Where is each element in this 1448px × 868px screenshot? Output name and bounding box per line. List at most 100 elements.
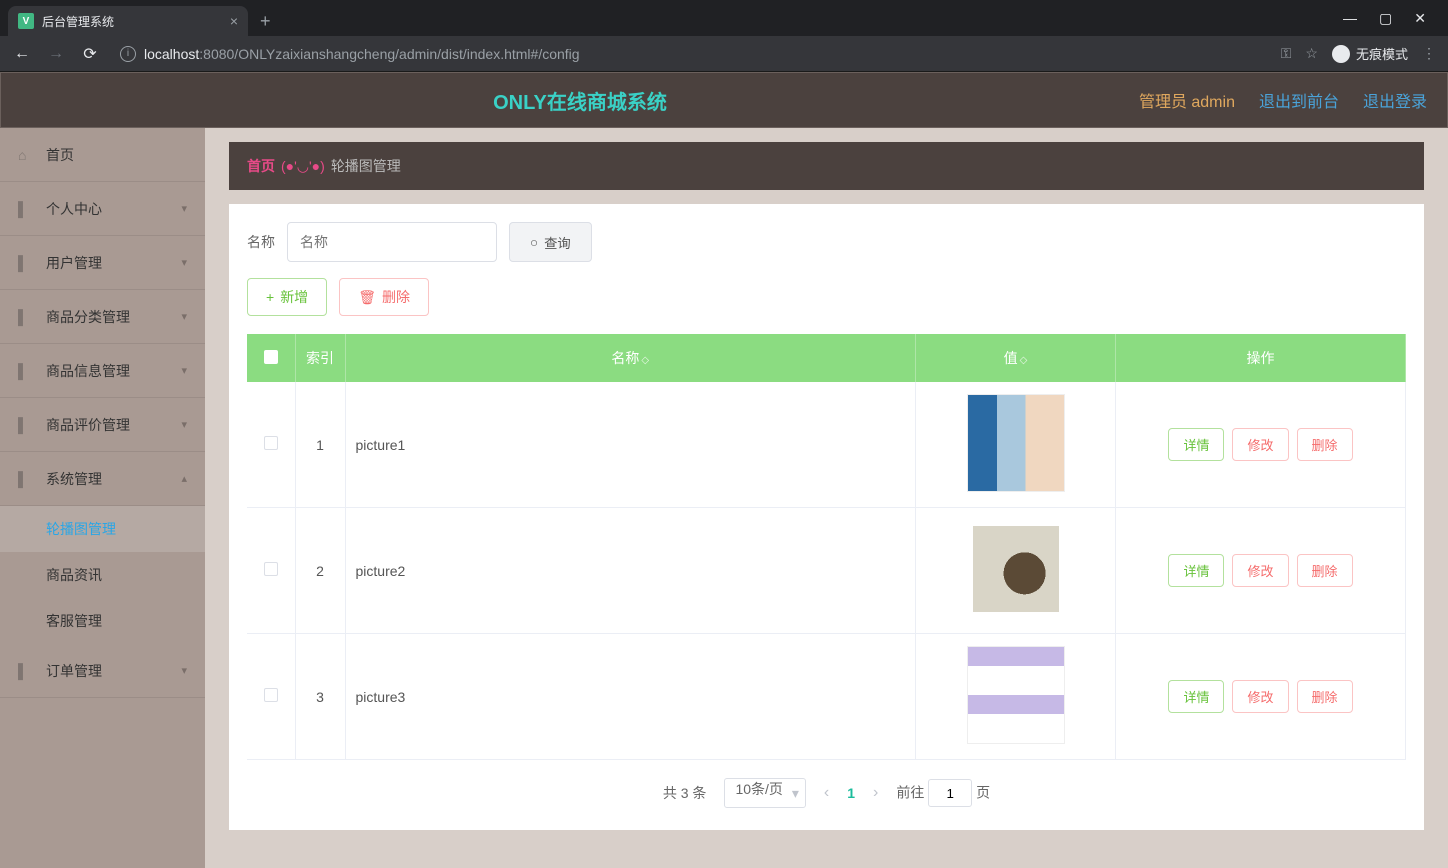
- tab-title: 后台管理系统: [42, 13, 114, 30]
- sidebar-sub-news[interactable]: 商品资讯: [0, 552, 205, 598]
- sidebar-sub-carousel[interactable]: 轮播图管理: [0, 506, 205, 552]
- browser-tabbar: V 后台管理系统 × + — ▢ ✕: [0, 0, 1448, 36]
- th-name[interactable]: 名称◇: [345, 334, 916, 382]
- browser-tab[interactable]: V 后台管理系统 ×: [8, 6, 248, 36]
- thumbnail-image[interactable]: [967, 520, 1065, 618]
- table-row: 2picture2详情修改删除: [247, 508, 1406, 634]
- chevron-down-icon: ▾: [181, 310, 187, 323]
- address-bar[interactable]: i localhost:8080/ONLYzaixianshangcheng/a…: [114, 46, 1267, 62]
- close-icon[interactable]: ×: [230, 13, 238, 29]
- sidebar-sub-label: 客服管理: [46, 611, 102, 631]
- search-button[interactable]: ○ 查询: [509, 222, 592, 262]
- sort-icon: ◇: [641, 355, 649, 366]
- search-label: 名称: [247, 232, 275, 252]
- cell-index: 1: [295, 382, 345, 508]
- cell-ops: 详情修改删除: [1116, 508, 1406, 634]
- back-icon[interactable]: ←: [12, 45, 32, 63]
- sidebar-sub-service[interactable]: 客服管理: [0, 598, 205, 644]
- delete-button[interactable]: 🗑 删除: [339, 278, 429, 316]
- th-index[interactable]: 索引: [295, 334, 345, 382]
- sidebar-item-profile[interactable]: ▌ 个人中心 ▾: [0, 182, 205, 236]
- goto-input[interactable]: [928, 779, 972, 807]
- sidebar-item-system[interactable]: ▌ 系统管理 ▴: [0, 452, 205, 506]
- thumbnail-image[interactable]: [967, 646, 1065, 744]
- incognito-icon: [1332, 45, 1350, 63]
- th-label: 值: [1004, 350, 1018, 366]
- next-page-button[interactable]: ›: [873, 784, 878, 802]
- minimize-icon[interactable]: —: [1343, 10, 1357, 26]
- table-row: 3picture3详情修改删除: [247, 634, 1406, 760]
- vue-favicon-icon: V: [18, 13, 34, 29]
- goto-suffix: 页: [976, 785, 990, 801]
- incognito-indicator[interactable]: 无痕模式: [1332, 44, 1408, 63]
- sidebar-item-users[interactable]: ▌ 用户管理 ▾: [0, 236, 205, 290]
- cell-value: [916, 382, 1116, 508]
- window-controls: — ▢ ✕: [1329, 0, 1440, 36]
- breadcrumb: 首页 (●'◡'●) 轮播图管理: [229, 142, 1424, 190]
- sidebar-sub-label: 轮播图管理: [46, 519, 116, 539]
- chevron-down-icon: ▾: [181, 256, 187, 269]
- th-value[interactable]: 值◇: [916, 334, 1116, 382]
- reload-icon[interactable]: ⟳: [80, 44, 100, 64]
- edit-button[interactable]: 修改: [1232, 428, 1288, 461]
- sidebar-item-product[interactable]: ▌ 商品信息管理 ▾: [0, 344, 205, 398]
- sidebar-item-label: 商品信息管理: [46, 361, 130, 381]
- page-number[interactable]: 1: [847, 785, 855, 801]
- detail-button[interactable]: 详情: [1168, 554, 1224, 587]
- table-row: 1picture1详情修改删除: [247, 382, 1406, 508]
- breadcrumb-decoration: (●'◡'●): [281, 158, 325, 175]
- row-delete-button[interactable]: 删除: [1297, 554, 1353, 587]
- home-icon: ⌂: [18, 147, 36, 163]
- to-front-link[interactable]: 退出到前台: [1259, 88, 1339, 112]
- detail-button[interactable]: 详情: [1168, 680, 1224, 713]
- goto-prefix: 前往: [896, 785, 924, 801]
- site-info-icon[interactable]: i: [120, 46, 136, 62]
- maximize-icon[interactable]: ▢: [1379, 10, 1392, 27]
- goto-page: 前往 页: [896, 779, 990, 807]
- menu-icon[interactable]: ⋮: [1422, 45, 1436, 62]
- row-checkbox[interactable]: [264, 562, 278, 576]
- user-icon: ▌: [18, 201, 36, 217]
- sidebar-item-review[interactable]: ▌ 商品评价管理 ▾: [0, 398, 205, 452]
- review-icon: ▌: [18, 417, 36, 433]
- search-input[interactable]: [287, 222, 497, 262]
- page-size-label: 10条/页: [735, 781, 782, 797]
- row-checkbox[interactable]: [264, 436, 278, 450]
- admin-label: 管理员 admin: [1139, 88, 1235, 112]
- cell-name: picture3: [345, 634, 916, 760]
- select-all-checkbox[interactable]: [264, 350, 278, 364]
- row-delete-button[interactable]: 删除: [1297, 428, 1353, 461]
- close-window-icon[interactable]: ✕: [1414, 10, 1426, 27]
- sort-icon: ◇: [1020, 355, 1028, 366]
- breadcrumb-current: 轮播图管理: [331, 156, 401, 176]
- key-icon[interactable]: ⚿: [1281, 45, 1292, 62]
- sidebar-item-label: 系统管理: [46, 469, 102, 489]
- logout-link[interactable]: 退出登录: [1363, 88, 1427, 112]
- breadcrumb-home[interactable]: 首页: [247, 156, 275, 176]
- search-row: 名称 ○ 查询: [247, 222, 1406, 262]
- sidebar-item-home[interactable]: ⌂ 首页: [0, 128, 205, 182]
- sidebar-item-label: 用户管理: [46, 253, 102, 273]
- main-panel: 名称 ○ 查询 + 新增 🗑 删除: [229, 204, 1424, 830]
- row-delete-button[interactable]: 删除: [1297, 680, 1353, 713]
- chevron-down-icon: ▾: [181, 418, 187, 431]
- detail-button[interactable]: 详情: [1168, 428, 1224, 461]
- row-checkbox[interactable]: [264, 688, 278, 702]
- prev-page-button[interactable]: ‹: [824, 784, 829, 802]
- add-button[interactable]: + 新增: [247, 278, 327, 316]
- thumbnail-image[interactable]: [967, 394, 1065, 492]
- sidebar-item-category[interactable]: ▌ 商品分类管理 ▾: [0, 290, 205, 344]
- cell-ops: 详情修改删除: [1116, 634, 1406, 760]
- action-row: + 新增 🗑 删除: [247, 278, 1406, 316]
- pagination-total: 共 3 条: [663, 783, 707, 803]
- edit-button[interactable]: 修改: [1232, 680, 1288, 713]
- cell-ops: 详情修改删除: [1116, 382, 1406, 508]
- chevron-up-icon: ▴: [181, 472, 187, 485]
- forward-icon[interactable]: →: [46, 45, 66, 63]
- star-icon[interactable]: ☆: [1305, 45, 1318, 62]
- edit-button[interactable]: 修改: [1232, 554, 1288, 587]
- page-size-select[interactable]: 10条/页 ▾: [724, 778, 805, 808]
- new-tab-button[interactable]: +: [248, 6, 283, 36]
- pagination: 共 3 条 10条/页 ▾ ‹ 1 › 前往 页: [247, 760, 1406, 812]
- sidebar-item-orders[interactable]: ▌ 订单管理 ▾: [0, 644, 205, 698]
